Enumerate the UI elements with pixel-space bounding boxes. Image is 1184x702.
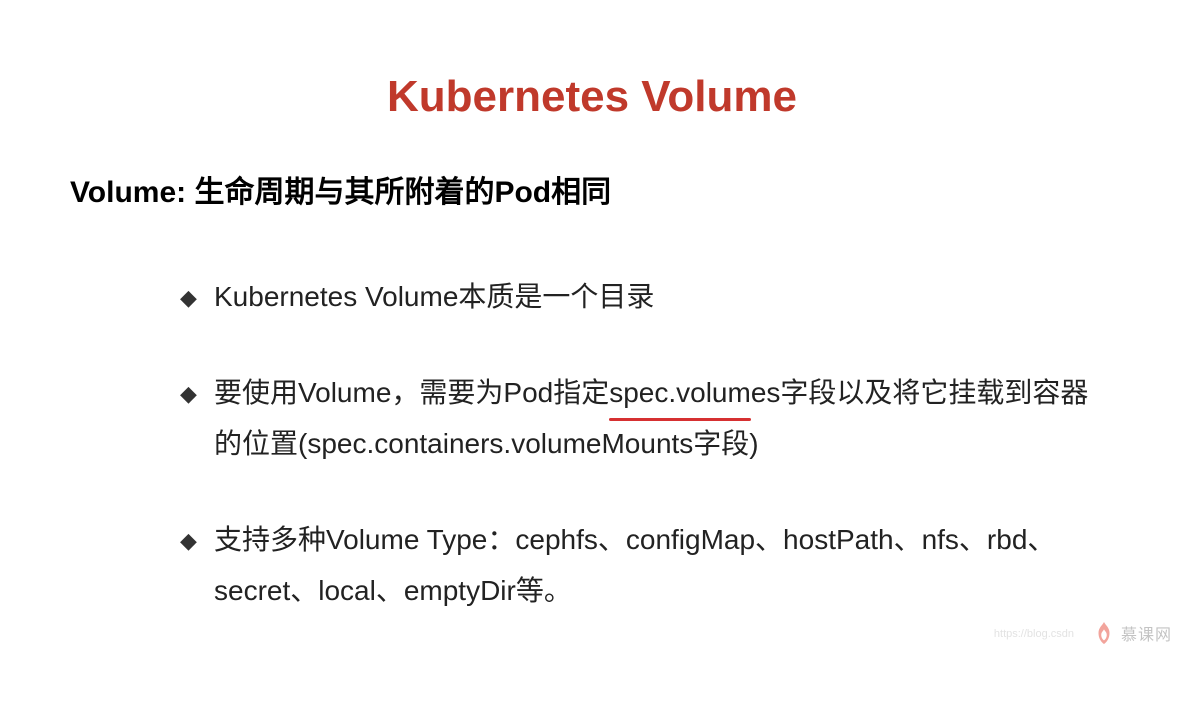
- watermark-brand-text: 慕课网: [1121, 621, 1172, 645]
- bullet-list: ◆ Kubernetes Volume本质是一个目录 ◆ 要使用Volume，需…: [70, 272, 1114, 616]
- bullet-item-2: ◆ 要使用Volume，需要为Pod指定spec.volumes字段以及将它挂载…: [180, 368, 1114, 469]
- bullet-text-1: Kubernetes Volume本质是一个目录: [214, 272, 1114, 322]
- slide-container: Kubernetes Volume Volume: 生命周期与其所附着的Pod相…: [0, 0, 1184, 702]
- diamond-bullet-icon: ◆: [180, 515, 214, 561]
- diamond-bullet-icon: ◆: [180, 368, 214, 414]
- bullet-2-underlined: spec.volum: [609, 368, 751, 418]
- bullet-item-3: ◆ 支持多种Volume Type：cephfs、configMap、hostP…: [180, 515, 1114, 616]
- watermark-brand: 慕课网: [1093, 620, 1172, 646]
- watermark-url: https://blog.csdn: [994, 628, 1074, 640]
- flame-icon: [1093, 620, 1115, 646]
- slide-subtitle: Volume: 生命周期与其所附着的Pod相同: [70, 172, 1114, 214]
- bullet-text-2: 要使用Volume，需要为Pod指定spec.volumes字段以及将它挂载到容…: [214, 368, 1114, 469]
- diamond-bullet-icon: ◆: [180, 272, 214, 318]
- slide-title: Kubernetes Volume: [70, 72, 1114, 122]
- bullet-text-3: 支持多种Volume Type：cephfs、configMap、hostPat…: [214, 515, 1114, 616]
- bullet-2-pre: 要使用Volume，需要为Pod指定: [214, 377, 609, 408]
- bullet-item-1: ◆ Kubernetes Volume本质是一个目录: [180, 272, 1114, 322]
